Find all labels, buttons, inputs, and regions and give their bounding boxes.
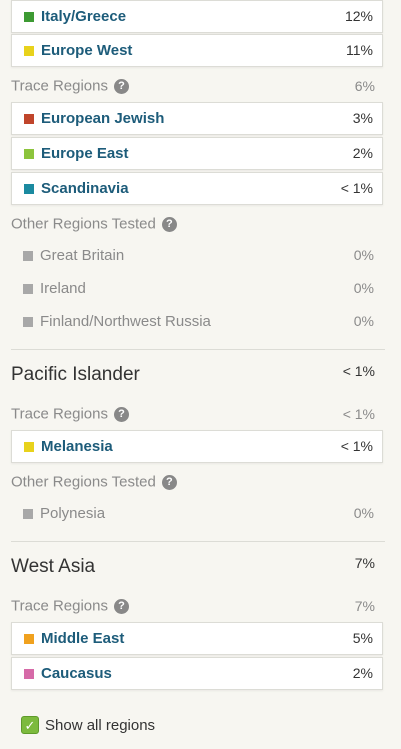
region-label[interactable]: Europe West: [41, 42, 132, 59]
region-label[interactable]: European Jewish: [41, 110, 164, 127]
trace-regions-percent: 7%: [354, 598, 375, 614]
region-row-finland-northwest-russia: Finland/Northwest Russia 0%: [11, 306, 383, 339]
trace-regions-label: Trace Regions: [11, 597, 108, 615]
region-label[interactable]: Melanesia: [41, 438, 113, 455]
color-swatch: [24, 114, 34, 124]
region-label[interactable]: Scandinavia: [41, 180, 129, 197]
trace-regions-heading: Trace Regions?: [11, 597, 129, 615]
region-percent: 2%: [352, 665, 373, 681]
help-icon[interactable]: ?: [114, 406, 129, 422]
section-title-west-asia[interactable]: West Asia: [11, 556, 95, 578]
color-swatch: [23, 509, 33, 519]
checkbox-checked-icon[interactable]: ✓: [21, 716, 39, 734]
trace-regions-heading: Trace Regions?: [11, 77, 129, 95]
region-percent: 5%: [352, 630, 373, 646]
help-icon[interactable]: ?: [161, 474, 177, 490]
section-percent: < 1%: [342, 363, 375, 379]
color-swatch: [24, 669, 34, 679]
region-row-scandinavia[interactable]: Scandinavia < 1%: [11, 172, 383, 205]
help-icon[interactable]: ?: [161, 216, 177, 232]
trace-regions-percent: 6%: [354, 78, 375, 94]
color-swatch: [23, 317, 33, 327]
color-swatch: [23, 284, 33, 294]
region-row-caucasus[interactable]: Caucasus 2%: [11, 657, 383, 690]
color-swatch: [24, 634, 34, 644]
color-swatch: [24, 442, 34, 452]
region-percent: 2%: [352, 145, 373, 161]
show-all-regions-toggle[interactable]: ✓ Show all regions: [21, 715, 155, 735]
other-regions-label: Other Regions Tested: [11, 215, 156, 233]
trace-regions-heading: Trace Regions?: [11, 405, 129, 423]
color-swatch: [24, 149, 34, 159]
color-swatch: [23, 251, 33, 261]
region-row-italy-greece[interactable]: Italy/Greece 12%: [11, 0, 383, 33]
region-percent: 0%: [353, 247, 374, 263]
region-row-ireland: Ireland 0%: [11, 273, 383, 306]
region-label: Polynesia: [40, 505, 106, 522]
region-percent: 11%: [346, 42, 373, 58]
help-icon[interactable]: ?: [114, 78, 129, 94]
ethnicity-estimate-panel: Italy/Greece 12% Europe West 11% Trace R…: [0, 0, 401, 749]
other-regions-label: Other Regions Tested: [11, 473, 156, 491]
region-percent: 0%: [353, 280, 374, 296]
region-percent: < 1%: [340, 438, 373, 454]
trace-regions-percent: < 1%: [342, 406, 375, 422]
region-label: Great Britain: [40, 247, 125, 264]
region-label[interactable]: Europe East: [41, 145, 129, 162]
other-regions-heading: Other Regions Tested?: [11, 473, 177, 491]
help-icon[interactable]: ?: [114, 598, 129, 614]
region-row-europe-west[interactable]: Europe West 11%: [11, 34, 383, 67]
region-row-polynesia: Polynesia 0%: [11, 498, 383, 531]
region-label[interactable]: Caucasus: [41, 665, 112, 682]
region-row-melanesia[interactable]: Melanesia < 1%: [11, 430, 383, 463]
region-percent: 12%: [344, 8, 373, 24]
color-swatch: [24, 46, 34, 56]
region-percent: < 1%: [340, 180, 373, 196]
region-label[interactable]: Italy/Greece: [41, 8, 126, 25]
show-all-regions-label[interactable]: Show all regions: [45, 717, 155, 734]
section-divider: [11, 541, 385, 542]
section-percent: 7%: [354, 555, 375, 571]
region-label: Ireland: [40, 280, 86, 297]
trace-regions-label: Trace Regions: [11, 77, 108, 95]
region-label[interactable]: Middle East: [41, 630, 124, 647]
region-row-european-jewish[interactable]: European Jewish 3%: [11, 102, 383, 135]
trace-regions-label: Trace Regions: [11, 405, 108, 423]
region-row-great-britain: Great Britain 0%: [11, 240, 383, 273]
region-row-middle-east[interactable]: Middle East 5%: [11, 622, 383, 655]
section-divider: [11, 349, 385, 350]
region-percent: 3%: [352, 110, 373, 126]
section-title-pacific-islander[interactable]: Pacific Islander: [11, 364, 140, 386]
other-regions-heading: Other Regions Tested?: [11, 215, 177, 233]
region-row-europe-east[interactable]: Europe East 2%: [11, 137, 383, 170]
region-percent: 0%: [353, 313, 374, 329]
color-swatch: [24, 12, 34, 22]
region-percent: 0%: [353, 505, 374, 521]
region-label: Finland/Northwest Russia: [40, 313, 211, 330]
color-swatch: [24, 184, 34, 194]
